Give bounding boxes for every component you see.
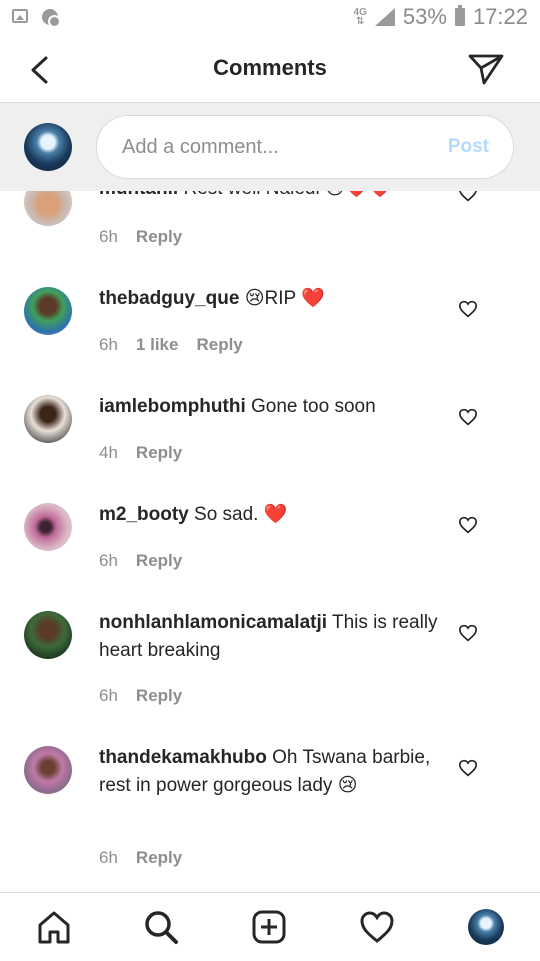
comment-time: 6h — [99, 551, 118, 570]
comment-item: muntanii Rest well Naledi 😢❤️❤️ 6h Reply — [0, 191, 540, 251]
direct-send-icon[interactable] — [468, 53, 504, 85]
comment-meta: 6h Reply — [99, 848, 182, 868]
comment-text: So sad. ❤️ — [194, 504, 288, 525]
comment-body: muntanii Rest well Naledi 😢❤️❤️ — [99, 191, 439, 203]
search-icon[interactable] — [143, 909, 179, 945]
comment-time: 4h — [99, 443, 118, 462]
comment-body: thebadguy_que 😢RIP ❤️ — [99, 285, 439, 313]
comment-item: nonhlanhlamonicamalatji This is really h… — [0, 607, 540, 732]
add-post-icon[interactable] — [251, 909, 287, 945]
comment-meta: 6h Reply — [99, 686, 182, 706]
like-heart-icon[interactable] — [458, 516, 478, 534]
comment-username[interactable]: thebadguy_que — [99, 288, 239, 309]
clock: 17:22 — [472, 4, 528, 29]
status-bar: 4G ⇅ 53% 17:22 — [0, 0, 540, 36]
comment-item: iamlebomphuthi Gone too soon 4h Reply — [0, 391, 540, 491]
comments-header: Comments — [0, 36, 540, 103]
reply-button[interactable]: Reply — [136, 551, 182, 571]
like-heart-icon[interactable] — [458, 408, 478, 426]
comment-time: 6h — [99, 227, 118, 246]
comment-body: m2_booty So sad. ❤️ — [99, 501, 439, 529]
activity-heart-icon[interactable] — [359, 909, 395, 945]
comment-text: Rest well Naledi 😢❤️❤️ — [183, 191, 392, 199]
comment-time: 6h — [99, 335, 118, 354]
reply-button[interactable]: Reply — [136, 443, 182, 463]
comment-meta: 4h Reply — [99, 443, 182, 463]
comment-text: Gone too soon — [251, 396, 376, 417]
like-heart-icon[interactable] — [458, 624, 478, 642]
comment-input-placeholder: Add a comment... — [122, 136, 279, 158]
signal-icon — [374, 8, 395, 26]
bottom-nav — [0, 892, 540, 961]
network-type: 4G ⇅ — [353, 7, 367, 27]
comment-item: thebadguy_que 😢RIP ❤️ 6h 1 like Reply — [0, 283, 540, 383]
comment-body: nonhlanhlamonicamalatji This is really h… — [99, 609, 439, 665]
status-right: 4G ⇅ 53% 17:22 — [354, 4, 528, 30]
comment-item: thandekamakhubo Oh Tswana barbie, rest i… — [0, 742, 540, 892]
comment-likes[interactable]: 1 like — [136, 335, 179, 355]
comment-text: 😢RIP ❤️ — [244, 288, 325, 309]
comment-body: thandekamakhubo Oh Tswana barbie, rest i… — [99, 744, 439, 800]
comment-composer: Add a comment... Post — [0, 103, 540, 191]
profile-avatar[interactable] — [468, 909, 504, 945]
comment-username[interactable]: nonhlanhlamonicamalatji — [99, 612, 327, 633]
status-left-icons — [12, 9, 61, 28]
reply-button[interactable]: Reply — [136, 227, 182, 247]
like-heart-icon[interactable] — [458, 759, 478, 777]
settings-notification-icon — [42, 9, 61, 28]
comment-avatar[interactable] — [24, 503, 72, 551]
page-title: Comments — [213, 55, 327, 80]
comment-username[interactable]: thandekamakhubo — [99, 747, 267, 768]
reply-button[interactable]: Reply — [196, 335, 242, 355]
comment-username[interactable]: muntanii — [99, 191, 178, 199]
battery-percent: 53% — [402, 4, 447, 29]
reply-button[interactable]: Reply — [136, 686, 182, 706]
battery-icon — [454, 5, 465, 26]
post-button[interactable]: Post — [448, 136, 489, 158]
comment-list[interactable]: muntanii Rest well Naledi 😢❤️❤️ 6h Reply… — [0, 191, 540, 892]
comment-item: m2_booty So sad. ❤️ 6h Reply — [0, 499, 540, 599]
gallery-notification-icon — [12, 9, 28, 23]
comment-avatar[interactable] — [24, 395, 72, 443]
comment-time: 6h — [99, 686, 118, 705]
reply-button[interactable]: Reply — [136, 848, 182, 868]
comment-input[interactable]: Add a comment... Post — [96, 115, 514, 179]
comment-avatar[interactable] — [24, 191, 72, 226]
comment-meta: 6h Reply — [99, 227, 182, 247]
comment-username[interactable]: m2_booty — [99, 504, 189, 525]
comment-avatar[interactable] — [24, 611, 72, 659]
comment-avatar[interactable] — [24, 287, 72, 335]
like-heart-icon[interactable] — [458, 300, 478, 318]
comment-body: iamlebomphuthi Gone too soon — [99, 393, 439, 421]
comment-avatar[interactable] — [24, 746, 72, 794]
like-heart-icon[interactable] — [458, 191, 478, 202]
comment-time: 6h — [99, 848, 118, 867]
comment-username[interactable]: iamlebomphuthi — [99, 396, 246, 417]
comment-meta: 6h Reply — [99, 551, 182, 571]
home-icon[interactable] — [36, 909, 72, 945]
comment-meta: 6h 1 like Reply — [99, 335, 243, 355]
my-avatar — [24, 123, 72, 171]
